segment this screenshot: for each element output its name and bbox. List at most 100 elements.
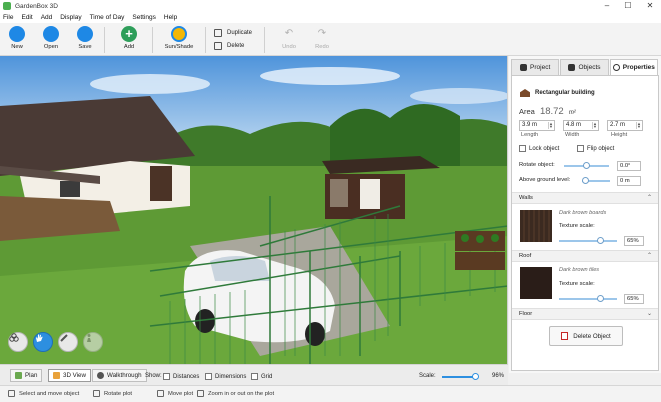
menu-settings[interactable]: Settings <box>132 14 156 21</box>
add-button[interactable]: + Add <box>114 25 144 55</box>
above-ground-label: Above ground level: <box>519 177 571 183</box>
rotate-slider-knob[interactable] <box>583 162 590 169</box>
close-button[interactable]: ✕ <box>639 0 661 12</box>
lock-object-checkbox[interactable]: Lock object <box>519 145 559 152</box>
person-icon[interactable] <box>83 332 103 352</box>
roof-section-header[interactable]: Roof ⌃ <box>512 250 658 262</box>
toolbar: New Open Save + Add Sun/Shade Duplicate … <box>0 23 661 56</box>
roof-scale-knob[interactable] <box>597 295 604 302</box>
scale-slider-knob[interactable] <box>472 373 479 380</box>
above-ground-slider[interactable] <box>582 177 610 184</box>
ruler-icon[interactable] <box>58 332 78 352</box>
walls-scale-value[interactable]: 65% <box>624 236 644 246</box>
menu-display[interactable]: Display <box>60 14 81 21</box>
3d-icon <box>53 372 60 379</box>
new-button[interactable]: New <box>2 25 32 55</box>
roof-scale-value[interactable]: 65% <box>624 294 644 304</box>
sun-shade-button[interactable]: Sun/Shade <box>160 25 198 55</box>
save-icon <box>77 26 93 42</box>
distances-checkbox[interactable]: Distances <box>163 373 199 380</box>
trash-icon <box>214 42 222 50</box>
title-bar: GardenBox 3D – ☐ ✕ <box>0 0 661 12</box>
duplicate-button[interactable]: Duplicate <box>214 28 252 38</box>
delete-object-button[interactable]: Delete Object <box>549 326 623 346</box>
walls-texture-scale-slider[interactable] <box>559 237 617 244</box>
width-stepper[interactable]: ▲ ▼ <box>592 122 597 129</box>
undo-icon: ↶ <box>281 26 297 42</box>
chevron-down-icon: ⌄ <box>646 311 652 317</box>
status-rotate: Rotate plot <box>93 390 132 397</box>
redo-icon: ↷ <box>314 26 330 42</box>
scale-slider[interactable] <box>442 373 479 380</box>
scale-value: 96% <box>492 373 505 379</box>
status-select: Select and move object <box>8 390 79 397</box>
walls-texture-swatch[interactable] <box>520 210 552 242</box>
tab-project[interactable]: Project <box>511 59 560 75</box>
plus-icon: + <box>121 26 137 42</box>
floor-section-header[interactable]: Floor ⌄ <box>512 308 658 320</box>
save-button[interactable]: Save <box>70 25 100 55</box>
plan-icon <box>15 372 22 379</box>
tab-properties[interactable]: Properties <box>609 59 658 75</box>
garden-scene <box>0 56 507 364</box>
plan-view-button[interactable]: Plan <box>10 369 43 382</box>
menu-edit[interactable]: Edit <box>21 14 32 21</box>
minimize-button[interactable]: – <box>596 0 618 12</box>
maximize-button[interactable]: ☐ <box>617 0 639 12</box>
scale-label: Scale: <box>419 373 436 379</box>
trash-icon <box>561 332 569 340</box>
length-label: Length <box>521 132 539 138</box>
menu-time-of-day[interactable]: Time of Day <box>90 14 125 21</box>
3d-viewport[interactable] <box>0 56 508 364</box>
delete-button[interactable]: Delete <box>214 41 244 51</box>
undo-button[interactable]: ↶ Undo <box>274 25 304 55</box>
above-ground-slider-knob[interactable] <box>582 177 589 184</box>
rotate-icon <box>93 390 100 397</box>
window-title: GardenBox 3D <box>15 2 58 10</box>
chevron-up-icon: ⌃ <box>646 195 652 201</box>
rotate-value-field[interactable]: 0.0° <box>617 161 641 171</box>
menu-file[interactable]: File <box>3 14 13 21</box>
toolbar-divider <box>104 27 105 53</box>
object-title: Rectangular building <box>520 89 595 97</box>
redo-button[interactable]: ↷ Redo <box>307 25 337 55</box>
walls-scale-knob[interactable] <box>597 237 604 244</box>
chevron-up-icon: ⌃ <box>646 253 652 259</box>
length-field[interactable]: 3.9 m ▲ ▼ <box>519 120 555 131</box>
roof-texture-swatch[interactable] <box>520 267 552 299</box>
toolbar-divider <box>264 27 265 53</box>
roof-texture-scale-slider[interactable] <box>559 295 617 302</box>
3d-view-button[interactable]: 3D View <box>48 369 91 382</box>
area-value: 18.72 <box>539 106 564 117</box>
flip-object-checkbox[interactable]: Flip object <box>577 145 614 152</box>
hand-icon[interactable] <box>33 332 53 352</box>
walls-texture-name: Dark brown boards <box>559 210 607 216</box>
toolbar-divider <box>205 27 206 53</box>
walls-section-header[interactable]: Walls ⌃ <box>512 192 658 204</box>
show-label: Show: <box>145 373 162 379</box>
gear-icon <box>612 64 620 71</box>
height-field[interactable]: 2.7 m ▲ ▼ <box>607 120 643 131</box>
status-move: Move plot <box>157 390 193 397</box>
width-field[interactable]: 4.8 m ▲ ▼ <box>563 120 599 131</box>
new-file-icon <box>9 26 25 42</box>
roof-texture-name: Dark brown tiles <box>559 267 600 273</box>
view-bar: Plan 3D View Walkthrough Show: Distances… <box>0 364 508 385</box>
open-button[interactable]: Open <box>36 25 66 55</box>
status-bar: Select and move object Rotate plot Move … <box>0 385 661 402</box>
walkthrough-button[interactable]: Walkthrough <box>92 369 147 382</box>
length-stepper[interactable]: ▲ ▼ <box>548 122 553 129</box>
sun-icon <box>171 26 187 42</box>
dimensions-checkbox[interactable]: Dimensions <box>205 373 246 380</box>
toolbar-divider <box>152 27 153 53</box>
grid-checkbox[interactable]: Grid <box>251 373 272 380</box>
height-stepper[interactable]: ▲ ▼ <box>636 122 641 129</box>
menu-help[interactable]: Help <box>164 14 177 21</box>
app-logo-icon <box>3 2 11 10</box>
rotate-slider[interactable] <box>564 162 609 169</box>
menu-add[interactable]: Add <box>41 14 53 21</box>
above-ground-value-field[interactable]: 0 m <box>617 176 641 186</box>
layers-icon[interactable] <box>8 332 28 352</box>
tab-objects[interactable]: Objects <box>560 59 609 75</box>
objects-icon <box>568 64 576 71</box>
